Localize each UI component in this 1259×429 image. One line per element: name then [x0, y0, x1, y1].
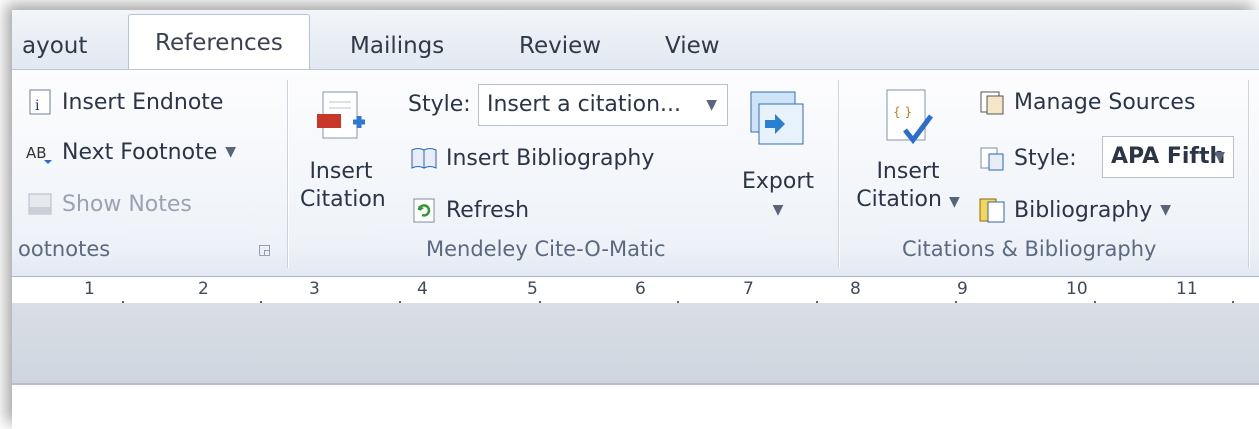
mendeley-insert-label-1: Insert — [309, 159, 373, 184]
export-button[interactable]: Export ▼ — [734, 84, 822, 224]
insert-citation-label-2: Citation ▼ — [854, 186, 962, 216]
ruler-gutter — [12, 303, 1259, 385]
insert-citation-icon: { } — [854, 86, 962, 158]
ruler-label: 1 — [84, 279, 95, 299]
manage-sources-icon — [978, 88, 1006, 116]
ruler-label: 5 — [527, 279, 538, 299]
bibliography-label: Bibliography — [1014, 197, 1153, 223]
footnotes-group-label: ootnotes — [18, 237, 111, 261]
ruler-label: 3 — [309, 279, 320, 299]
bibliography-icon — [978, 196, 1006, 224]
ruler-label: 6 — [635, 279, 646, 299]
bibliography-button[interactable]: Bibliography ▼ — [978, 196, 1171, 224]
document-canvas[interactable] — [12, 385, 1259, 429]
insert-bibliography-button[interactable]: Insert Bibliography — [410, 144, 654, 172]
insert-citation-label-2-text: Citation — [856, 187, 942, 212]
chevron-down-icon: ▼ — [772, 202, 784, 218]
ruler-label: 7 — [743, 279, 754, 299]
dialog-launcher-icon[interactable]: ◲ — [258, 242, 271, 258]
insert-citation-label-1: Insert — [876, 159, 940, 184]
insert-endnote-icon: i — [26, 88, 54, 116]
refresh-icon — [410, 196, 438, 224]
mendeley-group-label: Mendeley Cite-O-Matic — [426, 237, 666, 261]
mendeley-style-label: Style: — [408, 92, 471, 117]
chevron-down-icon: ▼ — [225, 144, 237, 160]
insert-citation-button[interactable]: { } Insert Citation ▼ — [854, 86, 962, 216]
show-notes-label: Show Notes — [62, 191, 192, 217]
chevron-down-icon: ▼ — [1160, 202, 1172, 218]
mendeley-style-dropdown[interactable]: Insert a citation... ▼ — [478, 84, 728, 126]
style-label-text: Style: — [408, 92, 471, 117]
insert-endnote-label: Insert Endnote — [62, 89, 224, 115]
svg-text:{ }: { } — [893, 105, 912, 119]
tab-references[interactable]: References — [128, 14, 310, 71]
chevron-down-icon: ▼ — [706, 97, 717, 113]
mendeley-style-value: Insert a citation... — [487, 92, 682, 117]
citations-group-label: Citations & Bibliography — [902, 237, 1157, 261]
tab-mailings[interactable]: Mailings — [350, 24, 444, 68]
chevron-down-icon: ▼ — [948, 194, 960, 210]
manage-sources-label: Manage Sources — [1014, 89, 1196, 115]
tab-view[interactable]: View — [665, 24, 720, 68]
citation-style-row: Style: — [978, 144, 1077, 172]
tab-review[interactable]: Review — [519, 24, 601, 68]
ruler-label: 8 — [850, 279, 861, 299]
refresh-label: Refresh — [446, 197, 530, 223]
manage-sources-button[interactable]: Manage Sources — [978, 88, 1195, 116]
ruler-label: 9 — [957, 279, 968, 299]
ruler-label: 2 — [198, 279, 209, 299]
word-window: ayout References Mailings Review View i … — [12, 10, 1259, 429]
ribbon: i Insert Endnote AB Next Footnote ▼ Show… — [12, 69, 1259, 277]
refresh-button[interactable]: Refresh — [410, 196, 529, 224]
book-icon — [410, 144, 438, 172]
group-divider — [287, 80, 288, 268]
show-notes-icon — [26, 190, 54, 218]
export-label: Export — [741, 169, 814, 194]
show-notes-button[interactable]: Show Notes — [26, 190, 192, 218]
group-divider — [1248, 80, 1249, 268]
citation-style-value: APA Fifth — [1111, 144, 1226, 169]
export-icon — [734, 84, 822, 168]
insert-endnote-button[interactable]: i Insert Endnote — [26, 88, 223, 116]
next-footnote-button[interactable]: AB Next Footnote ▼ — [26, 138, 236, 166]
svg-text:i: i — [35, 98, 40, 114]
mendeley-insert-label-2: Citation — [300, 187, 386, 212]
citation-style-icon — [978, 144, 1006, 172]
citation-style-label: Style: — [1014, 145, 1077, 171]
ruler-label: 4 — [417, 279, 428, 299]
group-divider — [838, 80, 839, 268]
ruler-label: 11 — [1176, 279, 1198, 299]
ribbon-tab-bar: ayout References Mailings Review View — [12, 10, 1259, 71]
svg-text:AB: AB — [26, 144, 47, 162]
next-footnote-label: Next Footnote — [62, 139, 218, 165]
chevron-down-icon: ▼ — [1214, 149, 1225, 165]
ruler-label: 10 — [1066, 279, 1088, 299]
mendeley-citation-icon — [300, 88, 382, 158]
next-footnote-icon: AB — [26, 138, 54, 166]
insert-bibliography-label: Insert Bibliography — [446, 145, 655, 171]
horizontal-ruler[interactable]: 1 2 3 4 5 6 7 8 9 10 11 — [12, 277, 1259, 309]
mendeley-insert-citation-button[interactable]: Insert Citation — [300, 88, 386, 214]
tab-layout[interactable]: ayout — [22, 24, 87, 68]
citation-style-dropdown[interactable]: APA Fifth ▼ — [1102, 136, 1234, 178]
